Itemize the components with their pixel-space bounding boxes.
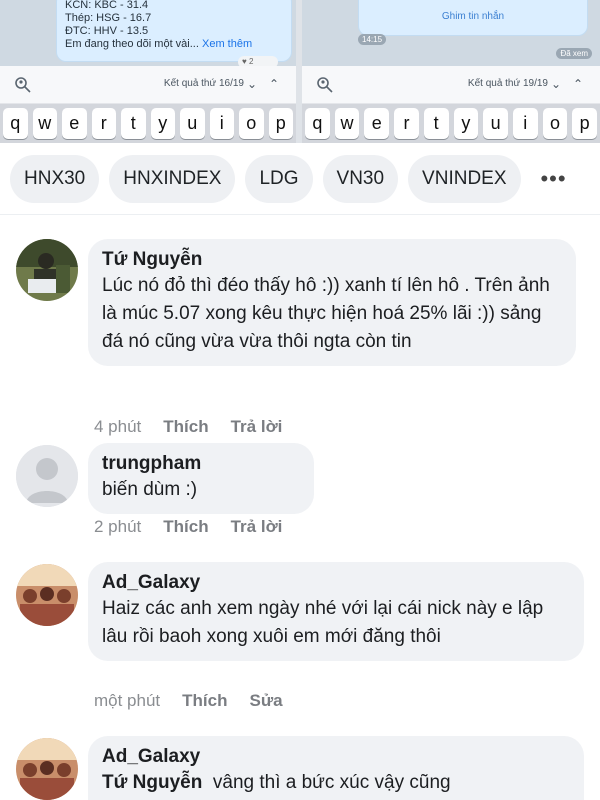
comment-author[interactable]: Ad_Galaxy — [102, 745, 570, 769]
chat-area: Ghim tin nhắn 14:15 Đã xem — [302, 0, 600, 66]
reaction-count: 2 — [248, 57, 254, 66]
key-i[interactable]: i — [209, 108, 234, 139]
more-options-icon[interactable]: ••• — [531, 155, 577, 203]
key-o[interactable]: o — [542, 108, 568, 139]
message-line: Thép: HSG - 16.7 — [65, 12, 152, 24]
message-time-badge: 14:15 — [358, 34, 387, 45]
search-result-bar: Kết quả thứ 16/19 ⌄ ⌃ — [0, 66, 296, 104]
key-w[interactable]: w — [32, 108, 57, 139]
like-button[interactable]: Thích — [163, 416, 208, 438]
key-r[interactable]: r — [91, 108, 116, 139]
chat-pane-left: KCN: KBC - 31.4 Thép: HSG - 16.7 ĐTC: HH… — [0, 0, 296, 143]
key-y[interactable]: y — [453, 108, 479, 139]
pin-message-label[interactable]: Ghim tin nhắn — [359, 11, 587, 22]
avatar[interactable] — [16, 564, 78, 626]
comment-bubble: Ad_Galaxy Tứ Nguyễn vâng thì a bức xúc v… — [88, 736, 584, 800]
chat-message-bubble[interactable]: KCN: KBC - 31.4 Thép: HSG - 16.7 ĐTC: HH… — [56, 0, 292, 62]
comment-text-line: Tứ Nguyễn vâng thì a bức xúc vậy cũng — [102, 769, 570, 797]
chevron-down-icon[interactable]: ⌄ — [546, 74, 566, 94]
message-line: ĐTC: HHV - 13.5 — [65, 25, 149, 37]
key-w[interactable]: w — [334, 108, 360, 139]
like-button[interactable]: Thích — [163, 516, 208, 538]
chevron-up-icon[interactable]: ⌃ — [264, 74, 284, 94]
comment-text: Lúc nó đỏ thì đéo thấy hô :)) xanh tí lê… — [102, 275, 550, 352]
comment-author[interactable]: trungpham — [102, 452, 300, 476]
comment-list: Tứ Nguyễn Lúc nó đỏ thì đéo thấy hô :)) … — [0, 215, 600, 800]
search-result-bar: Kết quả thứ 19/19 ⌄ ⌃ — [302, 66, 600, 104]
key-t[interactable]: t — [423, 108, 449, 139]
like-button[interactable]: Thích — [182, 690, 227, 712]
search-result-count: Kết quả thứ 16/19 — [163, 78, 244, 89]
avatar[interactable] — [16, 738, 78, 800]
heart-icon: ♥ — [242, 57, 247, 66]
search-result-count: Kết quả thứ 19/19 — [467, 78, 548, 89]
comment-text: vâng thì a bức xúc vậy cũng — [212, 772, 451, 793]
comment-author[interactable]: Ad_Galaxy — [102, 571, 570, 595]
key-u[interactable]: u — [180, 108, 205, 139]
key-i[interactable]: i — [512, 108, 538, 139]
comment-time: 4 phút — [94, 417, 142, 436]
comment-actions: 2 phút Thích Trả lời — [94, 516, 282, 538]
comment-bubble: Ad_Galaxy Haiz các anh xem ngày nhé với … — [88, 562, 584, 661]
comment-actions: 4 phút Thích Trả lời — [94, 416, 282, 438]
key-e[interactable]: e — [364, 108, 390, 139]
chevron-up-icon[interactable]: ⌃ — [568, 74, 588, 94]
key-p[interactable]: p — [572, 108, 598, 139]
keyboard-row-left: q w e r t y u i o p — [0, 104, 296, 143]
keyboard-row-right: q w e r t y u i o p — [302, 104, 600, 143]
avatar[interactable] — [16, 445, 78, 507]
key-y[interactable]: y — [150, 108, 175, 139]
key-t[interactable]: t — [121, 108, 146, 139]
key-p[interactable]: p — [268, 108, 293, 139]
ticker-chip-vnindex[interactable]: VNINDEX — [408, 154, 521, 203]
message-line: KCN: KBC - 31.4 — [65, 0, 149, 11]
key-r[interactable]: r — [394, 108, 419, 139]
avatar[interactable] — [16, 239, 78, 301]
pinned-message-card[interactable]: Ghim tin nhắn — [358, 0, 588, 36]
edit-button[interactable]: Sửa — [250, 690, 283, 712]
chevron-down-icon[interactable]: ⌄ — [242, 74, 262, 94]
key-q[interactable]: q — [3, 108, 28, 139]
key-u[interactable]: u — [483, 108, 508, 139]
comment-time: một phút — [94, 691, 161, 710]
ticker-chip-hnxindex[interactable]: HNXINDEX — [109, 154, 236, 203]
key-o[interactable]: o — [239, 108, 264, 139]
seen-status-badge: Đã xem — [556, 48, 592, 59]
key-e[interactable]: e — [62, 108, 87, 139]
comment-bubble: trungpham biến dùm :) — [88, 443, 314, 514]
reply-button[interactable]: Trả lời — [231, 416, 283, 438]
message-line: Em đang theo dõi một vài... — [65, 38, 199, 50]
ticker-chip-hnx30[interactable]: HNX30 — [10, 154, 100, 203]
ticker-chip-vn30[interactable]: VN30 — [322, 154, 399, 203]
comment-bubble: Tứ Nguyễn Lúc nó đỏ thì đéo thấy hô :)) … — [88, 239, 576, 366]
reply-button[interactable]: Trả lời — [231, 516, 283, 538]
chat-area: KCN: KBC - 31.4 Thép: HSG - 16.7 ĐTC: HH… — [0, 0, 296, 68]
comment-actions: một phút Thích Sửa — [94, 690, 283, 712]
comment-text: Haiz các anh xem ngày nhé với lại cái ni… — [102, 598, 544, 647]
ticker-tag-bar: HNX30 HNXINDEX LDG VN30 VNINDEX ••• — [0, 143, 600, 215]
chat-pane-right: Ghim tin nhắn 14:15 Đã xem Kết quả thứ 1… — [302, 0, 600, 143]
message-line-with-more: Em đang theo dõi một vài... Xem thêm — [65, 38, 283, 51]
comment-text: biến dùm :) — [102, 479, 198, 500]
comment-time: 2 phút — [94, 517, 142, 536]
ticker-chip-ldg[interactable]: LDG — [245, 154, 313, 203]
key-q[interactable]: q — [305, 108, 330, 139]
chat-screenshot-strip: KCN: KBC - 31.4 Thép: HSG - 16.7 ĐTC: HH… — [0, 0, 600, 143]
comment-author[interactable]: Tứ Nguyễn — [102, 248, 562, 272]
mention-tag[interactable]: Tứ Nguyễn — [102, 772, 202, 793]
see-more-link[interactable]: Xem thêm — [202, 38, 252, 50]
